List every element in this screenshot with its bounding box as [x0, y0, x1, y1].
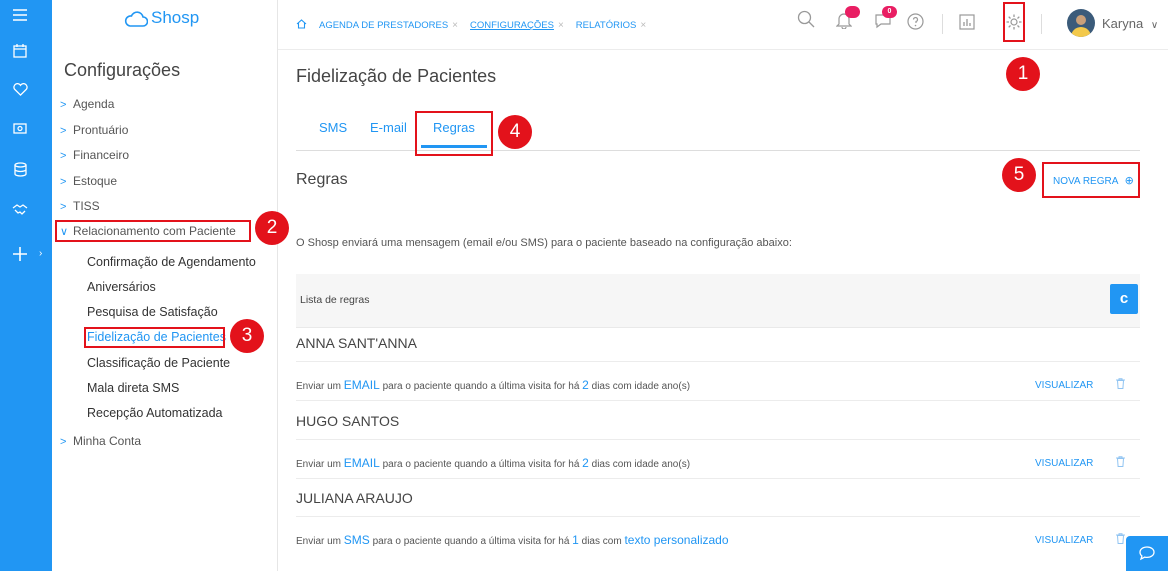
annotation-badge-5: 5	[1002, 158, 1036, 192]
tab-email[interactable]: E-mail	[370, 120, 407, 135]
list-header-label: Lista de regras	[300, 294, 370, 306]
icon-rail: ›	[0, 0, 52, 571]
handshake-icon[interactable]	[0, 203, 40, 220]
description-text: O Shosp enviará uma mensagem (email e/ou…	[296, 237, 792, 249]
menu-icon[interactable]	[0, 9, 40, 24]
view-rule-button[interactable]: VISUALIZAR	[1035, 535, 1093, 546]
submenu-confirmacao[interactable]: Confirmação de Agendamento	[87, 255, 256, 269]
refresh-button[interactable]: c	[1110, 284, 1138, 314]
chat-widget-button[interactable]	[1126, 536, 1168, 571]
annotation-badge-4: 4	[498, 115, 532, 149]
rule-description: Enviar um EMAIL para o paciente quando a…	[296, 456, 691, 470]
rule-name: HUGO SANTOS	[296, 413, 1140, 440]
rule-description: Enviar um EMAIL para o paciente quando a…	[296, 378, 691, 392]
annotation-box-nova-regra	[1042, 162, 1140, 198]
divider	[942, 14, 943, 34]
trash-icon[interactable]	[1116, 533, 1125, 547]
annotation-box-regras-tab	[415, 111, 493, 156]
rule-name: ANNA SANT'ANNA	[296, 335, 1140, 362]
sidebar-title: Configurações	[64, 60, 181, 80]
sidebar-item-tiss[interactable]: > TISS	[60, 199, 100, 213]
settings-sidebar: Shosp Configurações > Agenda > Prontuário …	[52, 0, 278, 571]
row-divider	[296, 478, 1140, 479]
sidebar-item-minha-conta[interactable]: > Minha Conta	[60, 434, 141, 448]
chat-bubble-icon	[1139, 546, 1155, 561]
submenu-aniversarios[interactable]: Aniversários	[87, 280, 156, 294]
chevron-down-icon: ∨	[1150, 20, 1159, 31]
annotation-box-relacionamento	[55, 220, 251, 242]
rule-description: Enviar um SMS para o paciente quando a ú…	[296, 533, 729, 547]
cloud-logo-icon	[124, 11, 148, 27]
close-icon[interactable]: ×	[640, 20, 646, 31]
database-icon[interactable]	[0, 162, 40, 180]
annotation-badge-2: 2	[255, 211, 289, 245]
submenu-mala-direta[interactable]: Mala direta SMS	[87, 381, 179, 395]
trash-icon[interactable]	[1116, 456, 1125, 470]
annotation-box-fidelizacao	[84, 327, 225, 348]
sidebar-item-estoque[interactable]: > Estoque	[60, 174, 117, 188]
chevron-right-icon: >	[60, 99, 67, 111]
expand-rail-icon[interactable]: ›	[39, 248, 42, 259]
brand-name: Shosp	[151, 8, 200, 27]
chevron-right-icon: >	[60, 176, 67, 188]
rule-name: JULIANA ARAUJO	[296, 490, 1140, 517]
row-divider	[296, 400, 1140, 401]
money-icon[interactable]	[0, 123, 40, 137]
user-menu[interactable]: Karyna ∨	[1102, 16, 1158, 31]
open-tabs: AGENDA DE PRESTADORES × CONFIGURAÇÕES × …	[296, 19, 658, 32]
close-icon[interactable]: ×	[452, 20, 458, 31]
sidebar-item-agenda[interactable]: > Agenda	[60, 97, 114, 111]
tab-agenda-prestadores[interactable]: AGENDA DE PRESTADORES	[319, 20, 448, 31]
brand-logo[interactable]: Shosp	[124, 8, 199, 28]
calendar-icon[interactable]	[0, 44, 40, 61]
chevron-right-icon: >	[60, 125, 67, 137]
rules-list-header: Lista de regras c	[296, 274, 1140, 328]
main-content: Fidelização de Pacientes SMS E-mail Regr…	[278, 50, 1168, 571]
help-icon[interactable]	[907, 13, 924, 33]
annotation-badge-1: 1	[1006, 57, 1040, 91]
annotation-box-settings	[1003, 2, 1025, 42]
submenu-recepcao[interactable]: Recepção Automatizada	[87, 406, 223, 420]
close-icon[interactable]: ×	[558, 20, 564, 31]
tab-relatorios[interactable]: RELATÓRIOS	[576, 20, 637, 31]
page-title: Fidelização de Pacientes	[296, 66, 497, 86]
divider	[1041, 14, 1042, 34]
notifications-badge	[845, 6, 860, 18]
section-title: Regras	[296, 171, 348, 188]
submenu-classificacao[interactable]: Classificação de Paciente	[87, 356, 230, 370]
refresh-icon: c	[1119, 290, 1129, 307]
chevron-right-icon: >	[60, 201, 67, 213]
tab-sms[interactable]: SMS	[319, 120, 347, 135]
chevron-right-icon: >	[60, 436, 67, 448]
messages-badge: 0	[882, 6, 897, 18]
view-rule-button[interactable]: VISUALIZAR	[1035, 380, 1093, 391]
tab-configuracoes[interactable]: CONFIGURAÇÕES	[470, 20, 554, 31]
sidebar-item-prontuario[interactable]: > Prontuário	[60, 123, 128, 137]
heart-icon[interactable]	[0, 83, 40, 99]
home-icon[interactable]	[296, 19, 307, 32]
user-name: Karyna	[1102, 16, 1144, 31]
chevron-right-icon: >	[60, 150, 67, 162]
plus-icon[interactable]	[0, 246, 40, 265]
reports-chart-icon[interactable]	[959, 14, 975, 33]
search-icon[interactable]	[797, 10, 815, 31]
top-header: AGENDA DE PRESTADORES × CONFIGURAÇÕES × …	[278, 0, 1168, 50]
submenu-pesquisa[interactable]: Pesquisa de Satisfação	[87, 305, 218, 319]
annotation-badge-3: 3	[230, 319, 264, 353]
avatar[interactable]	[1067, 9, 1095, 37]
sidebar-item-financeiro[interactable]: > Financeiro	[60, 148, 129, 162]
view-rule-button[interactable]: VISUALIZAR	[1035, 458, 1093, 469]
trash-icon[interactable]	[1116, 378, 1125, 392]
